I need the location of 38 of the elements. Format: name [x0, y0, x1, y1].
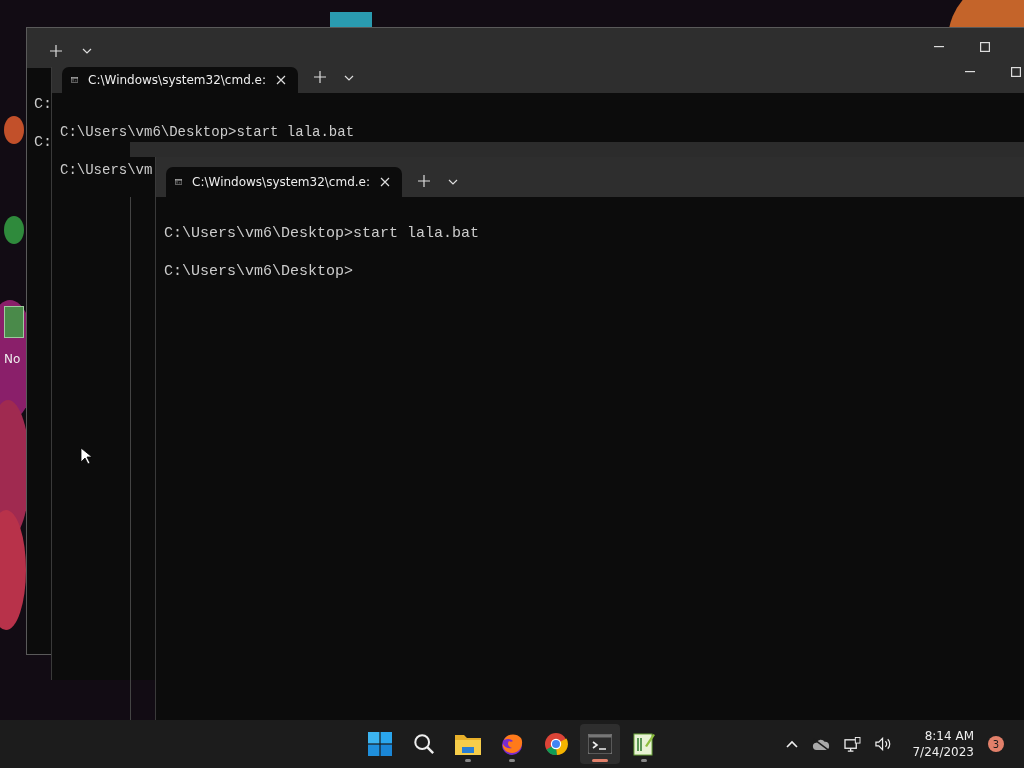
close-icon[interactable]	[380, 177, 390, 187]
tab[interactable]: C:\Windows\system32\cmd.e:	[62, 67, 298, 93]
console-line: C:\Users\vm6\Desktop>start lala.bat	[60, 124, 355, 140]
chevron-down-icon[interactable]	[82, 48, 92, 54]
speaker-icon[interactable]	[875, 737, 893, 751]
maximize-icon[interactable]	[1011, 67, 1021, 77]
minimize-icon[interactable]	[934, 46, 944, 48]
notification-badge[interactable]: 3	[988, 736, 1004, 752]
grid-icon	[368, 732, 392, 756]
clock[interactable]: 8:14 AM 7/24/2023	[912, 728, 974, 760]
console-line: C:\Users\vm	[60, 162, 153, 178]
terminal-icon	[588, 734, 612, 754]
plus-icon[interactable]	[314, 71, 326, 83]
search-icon	[413, 733, 435, 755]
plus-icon[interactable]	[418, 175, 430, 187]
chevron-down-icon[interactable]	[344, 75, 354, 81]
minimize-icon[interactable]	[965, 71, 975, 73]
chevron-down-icon[interactable]	[448, 179, 458, 185]
clock-time: 8:14 AM	[924, 728, 974, 744]
tab[interactable]: C:\Windows\system32\cmd.e:	[166, 167, 402, 197]
console-line: C:	[34, 134, 52, 151]
console-icon	[71, 74, 79, 86]
chevron-up-icon[interactable]	[786, 740, 799, 748]
round-browser-icon	[544, 732, 568, 756]
clock-date: 7/24/2023	[912, 744, 974, 760]
notepad-icon	[633, 732, 655, 756]
pointer-icon	[80, 447, 92, 465]
plus-icon[interactable]	[50, 45, 62, 57]
console-icon	[175, 176, 183, 188]
console-line: C:\Users\vm6\Desktop>	[164, 263, 354, 280]
folder-icon	[455, 733, 481, 755]
maximize-icon[interactable]	[980, 42, 990, 52]
cloud-off-icon[interactable]	[812, 737, 831, 751]
console-line: C:\Users\vm6\Desktop>start lala.bat	[164, 225, 480, 242]
console-line: C:	[34, 96, 52, 113]
fox-browser-icon	[500, 732, 524, 756]
network-icon[interactable]	[844, 736, 862, 752]
close-icon[interactable]	[276, 75, 286, 85]
